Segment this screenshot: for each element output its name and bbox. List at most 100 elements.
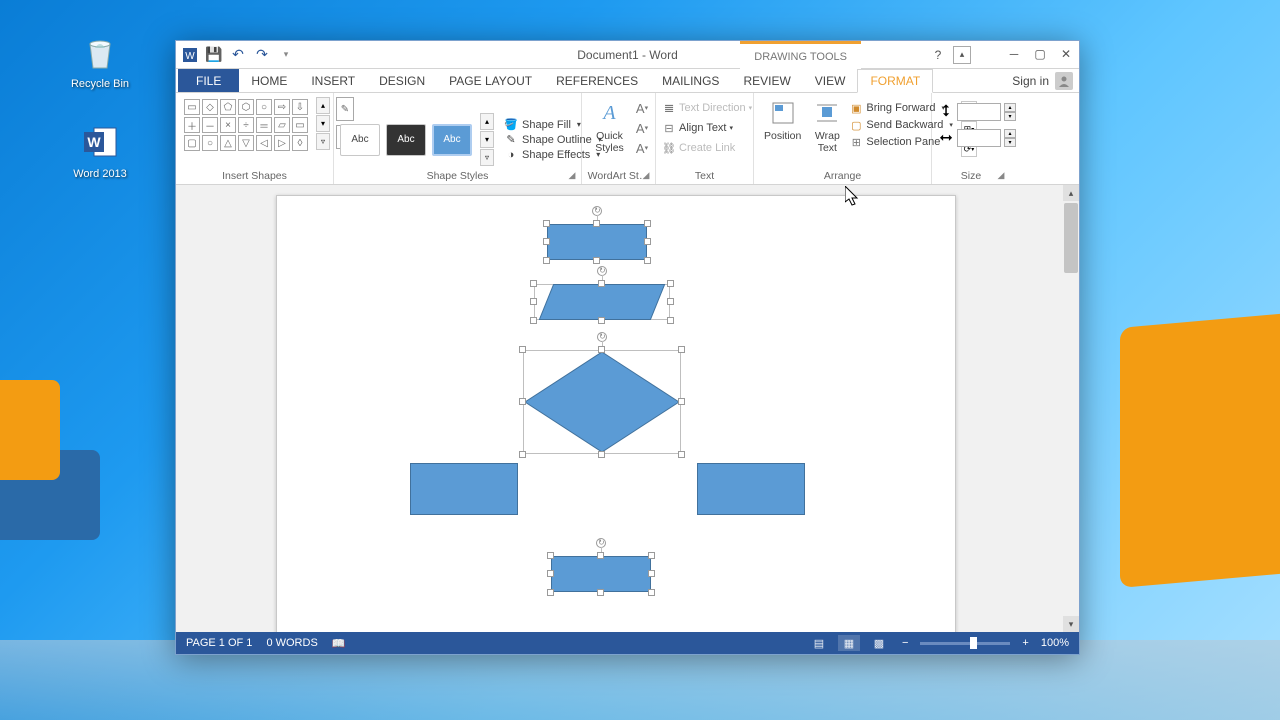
word-app-icon[interactable]: W (182, 47, 198, 63)
text-outline-icon[interactable]: A▾ (635, 121, 649, 135)
flowchart-process-shape[interactable] (551, 556, 651, 592)
desktop-icon-recycle-bin[interactable]: Recycle Bin (60, 30, 140, 90)
document-area[interactable]: ▴ ▾ (176, 185, 1079, 632)
avatar-icon (1055, 72, 1073, 90)
proofing-icon[interactable]: 📖 (332, 637, 346, 650)
minimize-button[interactable]: ─ (1001, 41, 1027, 67)
group-size: ⭥ ▴▾ ⭤ ▴▾ Size ◢ (932, 93, 1010, 184)
flowchart-data-shape[interactable] (534, 284, 670, 320)
save-icon[interactable]: 💾 (206, 47, 222, 63)
gallery-more-icon[interactable]: ▿ (316, 133, 330, 150)
group-label: Insert Shapes (176, 170, 333, 182)
tab-mailings[interactable]: MAILINGS (650, 69, 731, 92)
height-down-icon[interactable]: ▾ (1004, 112, 1016, 121)
svg-text:W: W (87, 134, 101, 150)
flowchart-process-shape[interactable] (547, 224, 647, 260)
undo-icon[interactable]: ↶ (230, 47, 246, 63)
tab-file[interactable]: FILE (178, 69, 239, 92)
ribbon: ▭◇⬠⬡○⇨⇩ ＋－×÷＝▱▭ ▢○△▽◁▷◊ ▴ ▾ ▿ ✎ A Insert… (176, 93, 1079, 185)
effects-icon: ◑ (504, 149, 518, 161)
help-icon[interactable]: ? (929, 46, 947, 64)
tab-references[interactable]: REFERENCES (544, 69, 650, 92)
dialog-launcher-icon[interactable]: ◢ (566, 169, 578, 181)
context-tab-label: DRAWING TOOLS (740, 41, 861, 69)
gallery-up-icon[interactable]: ▴ (316, 97, 330, 114)
width-up-icon[interactable]: ▴ (1004, 129, 1016, 138)
text-direction-button: 𝌆Text Direction▾ (662, 101, 752, 115)
flowchart-process-shape[interactable] (410, 463, 518, 515)
ribbon-display-icon[interactable]: ▴ (953, 46, 971, 64)
dialog-launcher-icon[interactable]: ◢ (995, 169, 1007, 181)
align-text-button[interactable]: ⊟Align Text▾ (662, 121, 752, 135)
gallery-down-icon[interactable]: ▾ (316, 115, 330, 132)
desktop-icon-label: Word 2013 (73, 168, 127, 180)
window-title: Document1 - Word (577, 48, 677, 62)
link-icon: ⛓ (662, 141, 676, 155)
style-swatch-black[interactable]: Abc (386, 124, 426, 156)
bring-forward-icon: ▣ (849, 101, 863, 115)
create-link-button: ⛓Create Link (662, 141, 752, 155)
flowchart-process-shape[interactable] (697, 463, 805, 515)
read-mode-icon[interactable]: ▤ (808, 635, 830, 651)
dialog-launcher-icon[interactable]: ◢ (640, 169, 652, 181)
styles-up-icon[interactable]: ▴ (480, 113, 494, 130)
tab-design[interactable]: DESIGN (367, 69, 437, 92)
close-button[interactable]: ✕ (1053, 41, 1079, 67)
scroll-thumb[interactable] (1064, 203, 1078, 273)
group-shape-styles: Abc Abc Abc ▴ ▾ ▿ 🪣Shape Fill▾ ✎Shape Ou… (334, 93, 582, 184)
styles-down-icon[interactable]: ▾ (480, 131, 494, 148)
tab-home[interactable]: HOME (239, 69, 299, 92)
height-icon: ⭥ (938, 104, 954, 120)
desktop-icon-word[interactable]: W Word 2013 (60, 120, 140, 180)
tab-review[interactable]: REVIEW (731, 69, 802, 92)
width-icon: ⭤ (938, 130, 954, 146)
width-input[interactable] (957, 129, 1001, 147)
vertical-scrollbar[interactable]: ▴ ▾ (1063, 185, 1079, 632)
tab-page-layout[interactable]: PAGE LAYOUT (437, 69, 544, 92)
zoom-in-button[interactable]: + (1018, 637, 1032, 649)
zoom-slider[interactable] (920, 642, 1010, 645)
redo-icon[interactable]: ↷ (254, 47, 270, 63)
height-up-icon[interactable]: ▴ (1004, 103, 1016, 112)
text-effects-icon[interactable]: A▾ (635, 141, 649, 155)
svg-text:W: W (185, 51, 195, 62)
zoom-thumb[interactable] (970, 637, 977, 649)
style-swatch-white[interactable]: Abc (340, 124, 380, 156)
zoom-out-button[interactable]: − (898, 637, 912, 649)
group-label: Text (656, 170, 753, 182)
group-insert-shapes: ▭◇⬠⬡○⇨⇩ ＋－×÷＝▱▭ ▢○△▽◁▷◊ ▴ ▾ ▿ ✎ A Insert… (176, 93, 334, 184)
width-down-icon[interactable]: ▾ (1004, 138, 1016, 147)
print-layout-icon[interactable]: ▦ (838, 635, 860, 651)
scroll-down-icon[interactable]: ▾ (1063, 616, 1079, 632)
qat-customize-icon[interactable]: ▾ (278, 47, 294, 63)
scroll-up-icon[interactable]: ▴ (1063, 185, 1079, 201)
page-status[interactable]: PAGE 1 OF 1 (186, 637, 252, 649)
send-backward-icon: ▢ (849, 118, 863, 132)
tab-insert[interactable]: INSERT (299, 69, 367, 92)
tab-view[interactable]: VIEW (803, 69, 858, 92)
selection-pane-icon: ⊞ (849, 135, 863, 149)
word-window: W 💾 ↶ ↷ ▾ Document1 - Word DRAWING TOOLS… (175, 40, 1080, 655)
recycle-bin-icon (78, 30, 122, 74)
group-text: 𝌆Text Direction▾ ⊟Align Text▾ ⛓Create Li… (656, 93, 754, 184)
bucket-icon: 🪣 (504, 119, 518, 131)
word-icon: W (78, 120, 122, 164)
text-fill-icon[interactable]: A▾ (635, 101, 649, 115)
wrap-text-icon (813, 97, 841, 129)
ribbon-tabs: FILE HOME INSERT DESIGN PAGE LAYOUT REFE… (176, 69, 1079, 93)
document-page[interactable] (276, 195, 956, 632)
web-layout-icon[interactable]: ▩ (868, 635, 890, 651)
maximize-button[interactable]: ▢ (1027, 41, 1053, 67)
style-swatch-blue[interactable]: Abc (432, 124, 472, 156)
tab-format[interactable]: FORMAT (857, 69, 933, 93)
flowchart-decision-shape[interactable] (523, 350, 681, 454)
align-text-icon: ⊟ (662, 121, 676, 135)
styles-more-icon[interactable]: ▿ (480, 149, 494, 166)
status-bar: PAGE 1 OF 1 0 WORDS 📖 ▤ ▦ ▩ − + 100% (176, 632, 1079, 654)
zoom-level[interactable]: 100% (1041, 637, 1069, 649)
text-direction-icon: 𝌆 (662, 101, 676, 115)
height-input[interactable] (957, 103, 1001, 121)
word-count[interactable]: 0 WORDS (266, 637, 317, 649)
group-arrange: Position Wrap Text ▣Bring Forward▾ ▢Send… (754, 93, 932, 184)
sign-in-link[interactable]: Sign in (1012, 69, 1073, 93)
